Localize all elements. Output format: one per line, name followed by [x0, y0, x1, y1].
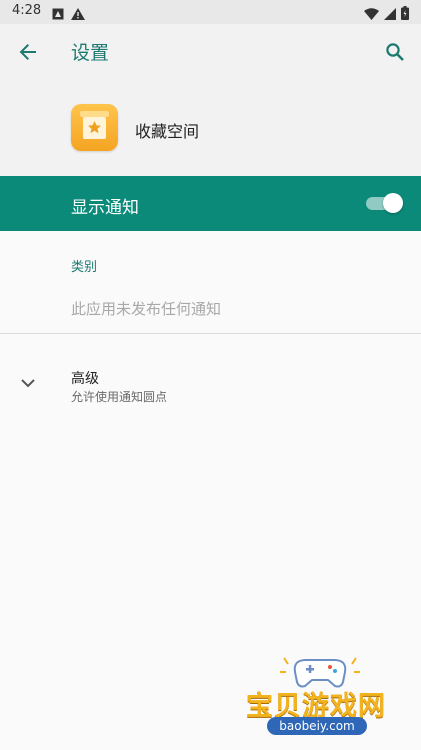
show-notifications-switch[interactable]	[366, 193, 403, 213]
no-channels-message: 此应用未发布任何通知	[71, 300, 222, 318]
warning-icon	[71, 5, 85, 24]
app-name: 收藏空间	[135, 122, 200, 141]
app-header: 收藏空间	[0, 80, 421, 176]
status-bar: 4:28	[0, 0, 421, 24]
show-notifications-row[interactable]: 显示通知	[0, 176, 421, 231]
arrow-back-icon	[19, 44, 36, 60]
category-section-title: 类别	[71, 260, 98, 275]
show-notifications-label: 显示通知	[71, 198, 139, 218]
app-bar: 设置	[0, 24, 421, 80]
star-folder-icon	[80, 111, 109, 139]
back-button[interactable]	[12, 36, 44, 68]
cellular-signal-icon	[384, 5, 396, 24]
watermark-url: baobeiy.com	[267, 717, 367, 735]
advanced-title: 高级	[71, 371, 99, 387]
advanced-settings-row[interactable]: 高级 允许使用通知圆点	[0, 355, 421, 415]
page-title: 设置	[71, 42, 110, 64]
search-button[interactable]	[379, 36, 411, 68]
app-notification-icon	[52, 5, 64, 24]
chevron-down-icon	[21, 379, 35, 388]
watermark-logo: 宝贝游戏网 baobeiy.com	[240, 652, 400, 748]
advanced-subtitle: 允许使用通知圆点	[71, 390, 168, 404]
search-icon	[386, 43, 404, 61]
battery-icon	[401, 5, 409, 24]
wifi-icon	[364, 5, 379, 24]
switch-thumb	[383, 193, 403, 213]
divider	[0, 333, 421, 334]
app-icon	[71, 104, 118, 151]
status-notification-icons	[52, 5, 85, 24]
status-system-icons	[364, 5, 409, 24]
status-time: 4:28	[12, 3, 42, 18]
